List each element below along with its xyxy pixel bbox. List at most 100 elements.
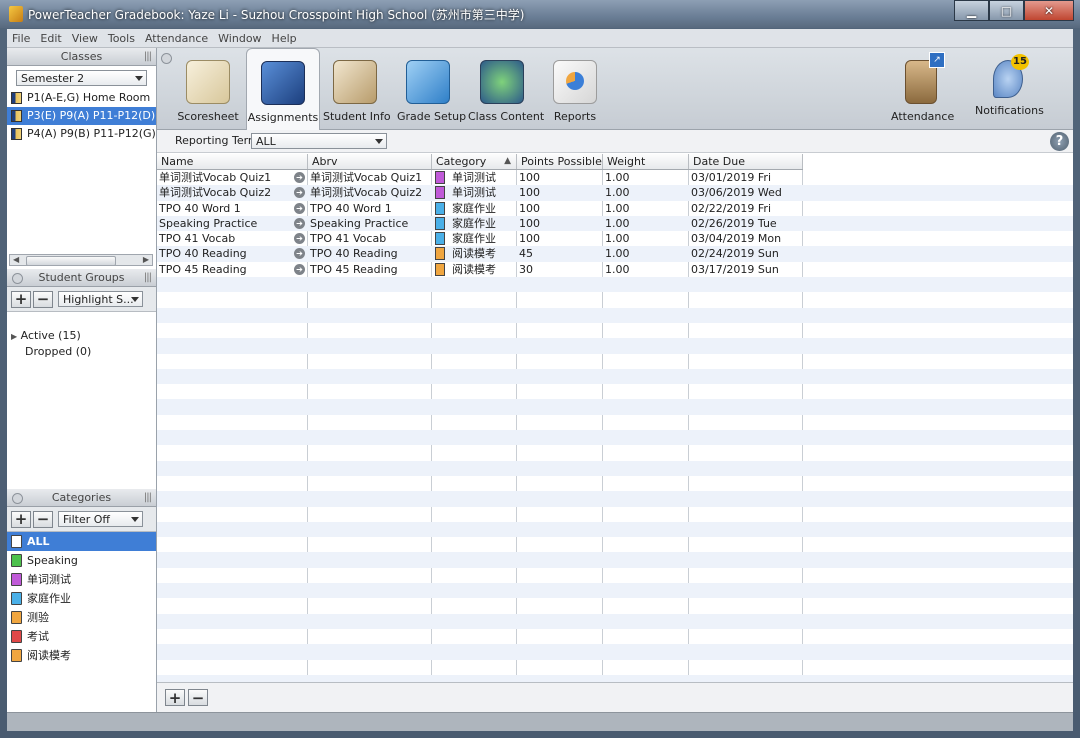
collapse-icon[interactable] [12,273,23,284]
col-date-header[interactable]: Date Due [689,154,803,169]
close-button[interactable]: ✕ [1024,0,1074,21]
table-row[interactable] [157,660,1073,675]
table-row[interactable] [157,507,1073,522]
menu-window[interactable]: Window [213,32,266,45]
arrow-right-icon[interactable]: ➔ [294,187,305,199]
table-row[interactable]: TPO 45 Reading ➔ TPO 45 Reading 阅读模考 30 1.00 0… [157,262,1073,277]
table-row[interactable] [157,430,1073,446]
scroll-left-icon[interactable]: ◀ [13,255,19,264]
add-assignment-button[interactable]: + [165,689,185,707]
table-row[interactable]: TPO 40 Word 1 ➔ TPO 40 Word 1 家庭作业 100 1.00 02… [157,201,1073,216]
reporting-term-select[interactable]: ALL [251,133,387,149]
menu-help[interactable]: Help [267,32,302,45]
expand-icon[interactable]: ▶ [11,332,17,341]
category-item[interactable]: 单词测试 [7,570,156,589]
toolbar-class-content[interactable]: Class Content [468,48,544,129]
table-row[interactable] [157,629,1073,644]
toolbar-student-info[interactable]: Student Info [323,48,391,129]
table-row[interactable] [157,568,1073,583]
table-row[interactable] [157,552,1073,568]
class-row[interactable]: P4(A) P9(B) P11-P12(G) TOEFL [7,125,156,143]
table-row[interactable] [157,338,1073,354]
arrow-right-icon[interactable]: ➔ [294,217,305,229]
arrow-right-icon[interactable]: ➔ [294,263,305,275]
toolbar-scoresheet[interactable]: Scoresheet [173,48,243,129]
table-row[interactable] [157,644,1073,660]
group-dropped[interactable]: Dropped (0) [11,344,156,360]
category-item[interactable]: ALL [7,532,156,551]
table-row[interactable]: TPO 40 Reading ➔ TPO 40 Reading 阅读模考 45 1.00 0… [157,246,1073,262]
add-category-button[interactable]: + [11,510,31,528]
toolbar-attendance[interactable]: Attendance ↗ [891,48,954,129]
table-row[interactable] [157,491,1073,507]
col-category-header[interactable]: Category ▲ [432,154,517,169]
arrow-right-icon[interactable]: ➔ [294,233,305,245]
table-row[interactable] [157,476,1073,491]
menu-attendance[interactable]: Attendance [140,32,213,45]
maximize-button[interactable]: □ [989,0,1024,21]
col-weight-header[interactable]: Weight [603,154,689,169]
category-item[interactable]: 阅读模考 [7,646,156,665]
table-row[interactable] [157,368,1073,385]
help-button[interactable]: ? [1050,132,1069,151]
remove-assignment-button[interactable]: − [188,689,208,707]
table-row[interactable] [157,445,1073,460]
class-row[interactable]: P3(E) P9(A) P11-P12(D) TOEFL [7,107,156,125]
grip-icon[interactable]: ||| [144,489,152,506]
col-points-header[interactable]: Points Possible [517,154,603,169]
minimize-button[interactable]: ▁ [954,0,989,21]
category-item[interactable]: 家庭作业 [7,589,156,608]
table-row[interactable] [157,598,1073,613]
table-row[interactable] [157,384,1073,399]
scroll-right-icon[interactable]: ▶ [143,255,149,264]
col-name-header[interactable]: Name [157,154,308,169]
collapse-icon[interactable] [12,493,23,504]
scrollbar-thumb[interactable] [26,256,116,266]
table-row[interactable]: Speaking Practice ➔ Speaking Practice 家庭作业 1… [157,215,1073,232]
class-list-scrollbar[interactable]: ◀ ▶ [9,254,153,266]
table-row[interactable] [157,674,1073,682]
grip-icon[interactable]: ||| [144,269,152,286]
menu-tools[interactable]: Tools [103,32,140,45]
arrow-right-icon[interactable]: ➔ [294,248,305,260]
term-select[interactable]: Semester 2 [16,70,147,86]
category-item[interactable]: 考试 [7,627,156,646]
remove-group-button[interactable]: − [33,290,53,308]
grip-icon[interactable]: ||| [144,48,152,65]
class-row[interactable]: P1(A-E,G) Home Room [7,89,156,107]
collapse-icon[interactable] [161,53,172,64]
toolbar-grade-setup[interactable]: Grade Setup [397,48,466,129]
table-row[interactable] [157,323,1073,338]
table-row[interactable] [157,292,1073,307]
table-row[interactable] [157,521,1073,538]
col-abrv-header[interactable]: Abrv [308,154,432,169]
add-group-button[interactable]: + [11,290,31,308]
remove-category-button[interactable]: − [33,510,53,528]
menu-edit[interactable]: Edit [35,32,66,45]
table-row[interactable] [157,460,1073,476]
menu-view[interactable]: View [67,32,103,45]
table-row[interactable]: 单词测试Vocab Quiz1 ➔ 单词测试Vocab Quiz1 单词测试 100 1.… [157,170,1073,185]
table-row[interactable] [157,307,1073,323]
highlight-select[interactable]: Highlight S... [58,291,143,307]
menu-file[interactable]: File [7,32,35,45]
arrow-right-icon[interactable]: ➔ [294,172,305,183]
table-row[interactable]: 单词测试Vocab Quiz2 ➔ 单词测试Vocab Quiz2 单词测试 100 1.… [157,185,1073,201]
table-row[interactable] [157,537,1073,552]
category-item[interactable]: 测验 [7,608,156,627]
table-row[interactable] [157,583,1073,599]
category-filter-select[interactable]: Filter Off [58,511,143,527]
table-row[interactable] [157,399,1073,415]
table-row[interactable] [157,415,1073,430]
toolbar-notifications[interactable]: Notifications 15 [975,48,1044,129]
arrow-right-icon[interactable]: ➔ [294,202,305,214]
toolbar-reports[interactable]: Reports [547,48,603,129]
table-row[interactable]: TPO 41 Vocab ➔ TPO 41 Vocab 家庭作业 100 1.00 03/0… [157,231,1073,246]
toolbar-assignments[interactable]: Assignments [246,48,320,130]
table-row[interactable] [157,354,1073,369]
external-link-icon[interactable]: ↗ [929,52,945,68]
group-active[interactable]: ▶ Active (15) [11,328,156,344]
category-item[interactable]: Speaking [7,551,156,570]
table-row[interactable] [157,277,1073,293]
table-row[interactable] [157,613,1073,629]
